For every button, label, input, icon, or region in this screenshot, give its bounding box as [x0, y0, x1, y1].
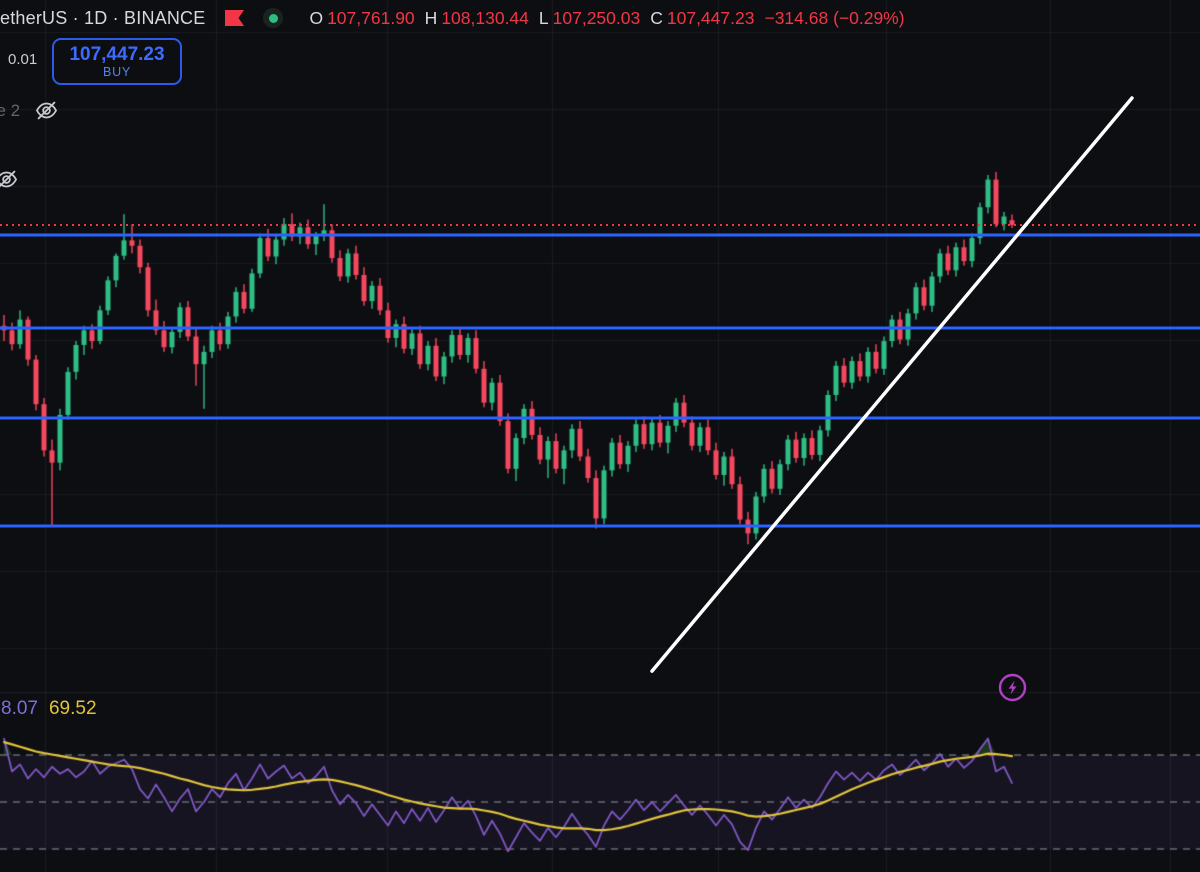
high-label: H — [424, 7, 438, 28]
buy-button[interactable]: 107,447.23 BUY — [52, 38, 182, 85]
rsi-indicator-values: 8.07 69.52 — [1, 698, 97, 720]
hidden-drawing-row: se 2 — [0, 97, 60, 124]
low-value: 107,250.03 — [552, 7, 641, 28]
buy-price: 107,447.23 — [69, 43, 165, 65]
lightning-icon — [998, 673, 1027, 702]
symbol-title[interactable]: etherUS · 1D · BINANCE — [0, 8, 205, 29]
change-value: −314.68 (−0.29%) — [764, 7, 905, 28]
top-toolbar: etherUS · 1D · BINANCE O 107,761.90 H 10… — [0, 5, 905, 31]
buy-label: BUY — [102, 64, 132, 79]
low-label: L — [538, 7, 549, 28]
hidden-item-label: se 2 — [0, 100, 21, 120]
rsi-ma-value-label: 69.52 — [48, 698, 97, 719]
open-value: 107,761.90 — [327, 7, 415, 28]
trading-chart-app: { "header": { "symbol_line": "etherUS · … — [0, 0, 1200, 872]
chart-stage: etherUS · 1D · BINANCE O 107,761.90 H 10… — [0, 0, 1200, 872]
hidden-drawing-row-2 — [0, 166, 20, 193]
lightning-trade-button[interactable] — [996, 671, 1029, 704]
ohlc-readout: O 107,761.90 H 108,130.44 L 107,250.03 C… — [309, 8, 904, 29]
rsi-value-label: 8.07 — [1, 698, 38, 719]
eye-off-icon[interactable] — [33, 97, 60, 124]
close-value: 107,447.23 — [666, 7, 755, 28]
spread-value: 0.01 — [8, 51, 38, 68]
open-label: O — [309, 7, 324, 28]
price-chart-canvas[interactable] — [0, 0, 1200, 872]
eye-off-icon[interactable] — [0, 166, 20, 193]
high-value: 108,130.44 — [441, 7, 529, 28]
close-label: C — [650, 7, 663, 28]
market-status-icon[interactable] — [263, 8, 284, 28]
flag-icon[interactable] — [222, 8, 247, 28]
